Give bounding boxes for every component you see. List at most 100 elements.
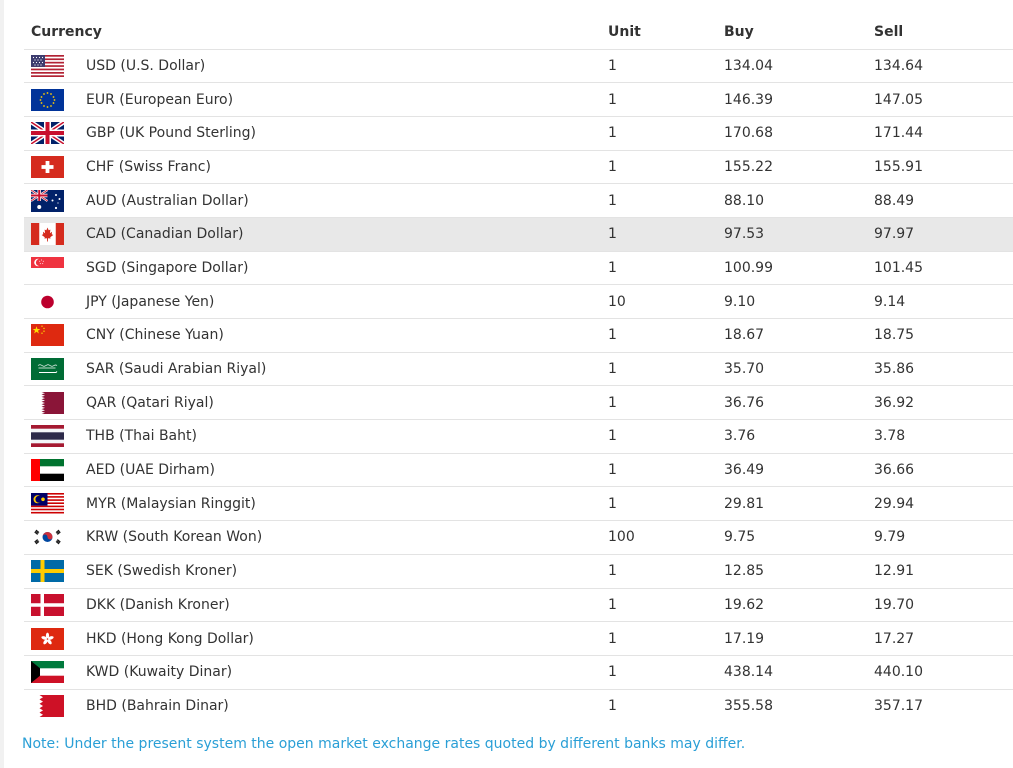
currency-cell: THB (Thai Baht) <box>24 419 608 454</box>
sell-cell: 3.78 <box>874 419 1013 454</box>
currency-cell: CNY (Chinese Yuan) <box>24 318 608 353</box>
currency-name: GBP (UK Pound Sterling) <box>86 125 257 142</box>
sell-cell: 147.05 <box>874 82 1013 117</box>
unit-cell: 1 <box>608 251 724 286</box>
buy-cell: 355.58 <box>724 698 773 715</box>
uk-flag-icon <box>31 122 64 145</box>
unit-cell: 1 <box>608 183 724 218</box>
unit-cell: 10 <box>608 284 724 319</box>
eu-flag-icon <box>31 88 64 111</box>
se-flag-icon <box>31 560 64 583</box>
sell-cell: 88.49 <box>874 183 1013 218</box>
currency-name: THB (Thai Baht) <box>86 428 197 445</box>
table-row: THB (Thai Baht) 1 3.76 3.78 <box>24 419 1013 454</box>
buy-header: Buy <box>724 16 874 50</box>
table-row: AUD (Australian Dollar) 1 88.10 88.49 <box>24 183 1013 218</box>
currency-cell: DKK (Danish Kroner) <box>24 588 608 623</box>
currency-name: SGD (Singapore Dollar) <box>86 259 249 276</box>
unit-cell: 1 <box>608 554 724 589</box>
sell-cell: 101.45 <box>874 251 1013 286</box>
sell-cell: 440.10 <box>874 655 1013 690</box>
unit-cell: 1 <box>608 486 724 522</box>
table-row: SEK (Swedish Kroner) 1 12.85 12.91 <box>24 554 1013 589</box>
disclaimer-note: Note: Under the present system the open … <box>22 736 746 752</box>
sell-header: Sell <box>874 16 1013 50</box>
us-flag-icon <box>31 54 64 77</box>
sell-cell: 17.27 <box>874 621 1013 656</box>
sell-cell: 97.97 <box>874 217 1013 252</box>
buy-cell: 3.76 <box>724 419 874 454</box>
ae-flag-icon <box>31 459 64 482</box>
currency-header: Currency <box>24 16 608 50</box>
ch-flag-icon <box>31 155 64 178</box>
th-flag-icon <box>31 425 64 448</box>
table-row: CHF (Swiss Franc) 1 155.22 155.91 <box>24 150 1013 185</box>
sell-cell: 171.44 <box>874 116 1013 151</box>
currency-cell: CHF (Swiss Franc) <box>24 150 608 185</box>
buy-cell: 9.75 <box>724 520 874 555</box>
currency-cell: GBP (UK Pound Sterling) <box>24 116 608 151</box>
currency-name: MYR (Malaysian Ringgit) <box>86 495 256 512</box>
buy-cell: 100.99 <box>724 251 874 286</box>
currency-cell: AUD (Australian Dollar) <box>24 183 608 218</box>
currency-name: JPY (Japanese Yen) <box>86 293 215 310</box>
buy-cell: 146.39 <box>724 82 874 117</box>
unit-cell: 1 <box>608 352 724 387</box>
unit-cell: 100 <box>608 520 724 555</box>
buy-cell: 19.62 <box>724 588 874 623</box>
cn-flag-icon <box>31 324 64 347</box>
table-row: JPY (Japanese Yen) 10 9.10 9.14 <box>24 284 1013 319</box>
buy-cell: 36.76 <box>724 385 874 421</box>
buy-cell: 155.22 <box>724 150 874 185</box>
currency-name: SAR (Saudi Arabian Riyal) <box>86 361 267 378</box>
hk-flag-icon <box>31 627 64 650</box>
buy-cell: 29.81 <box>724 486 874 522</box>
sell-cell: 18.75 <box>874 318 1013 353</box>
jp-flag-icon <box>31 290 64 313</box>
dk-flag-icon <box>31 593 64 616</box>
unit-cell: 1 <box>608 698 617 715</box>
currency-cell: USD (U.S. Dollar) <box>24 49 608 84</box>
currency-name: AED (UAE Dirham) <box>86 462 215 479</box>
currency-cell: HKD (Hong Kong Dollar) <box>24 621 608 656</box>
unit-header: Unit <box>608 16 724 50</box>
kr-flag-icon <box>31 526 64 549</box>
my-flag-icon <box>31 492 64 515</box>
currency-name: USD (U.S. Dollar) <box>86 57 206 74</box>
buy-cell: 134.04 <box>724 49 874 84</box>
table-row: SAR (Saudi Arabian Riyal) 1 35.70 35.86 <box>24 352 1013 387</box>
buy-cell: 170.68 <box>724 116 874 151</box>
sa-flag-icon <box>31 358 64 381</box>
currency-name: KRW (South Korean Won) <box>86 529 263 546</box>
bh-flag-icon <box>31 695 64 718</box>
unit-cell: 1 <box>608 116 724 151</box>
unit-cell: 1 <box>608 150 724 185</box>
currency-name: BHD (Bahrain Dinar) <box>86 698 229 715</box>
table-row: AED (UAE Dirham) 1 36.49 36.66 <box>24 453 1013 488</box>
table-row: CNY (Chinese Yuan) 1 18.67 18.75 <box>24 318 1013 353</box>
sell-cell: 19.70 <box>874 588 1013 623</box>
sg-flag-icon <box>31 256 64 279</box>
unit-cell: 1 <box>608 385 724 421</box>
currency-cell: KRW (South Korean Won) <box>24 520 608 555</box>
currency-cell: BHD (Bahrain Dinar) <box>24 689 608 723</box>
unit-cell: 1 <box>608 588 724 623</box>
currency-name: CNY (Chinese Yuan) <box>86 327 224 344</box>
currency-cell: SGD (Singapore Dollar) <box>24 251 608 286</box>
buy-cell: 12.85 <box>724 554 874 589</box>
currency-cell: SEK (Swedish Kroner) <box>24 554 608 589</box>
unit-cell: 1 <box>608 655 724 690</box>
ca-flag-icon <box>31 223 64 246</box>
currency-name: CHF (Swiss Franc) <box>86 158 211 175</box>
qa-flag-icon <box>31 391 64 414</box>
table-row: BHD (Bahrain Dinar) 1 355.58 357.17 <box>24 689 1013 723</box>
buy-cell: 36.49 <box>724 453 874 488</box>
table-row: KRW (South Korean Won) 100 9.75 9.79 <box>24 520 1013 555</box>
currency-name: CAD (Canadian Dollar) <box>86 226 244 243</box>
sell-cell: 357.17 <box>874 698 923 715</box>
currency-name: EUR (European Euro) <box>86 91 234 108</box>
sell-cell: 9.79 <box>874 520 1013 555</box>
sell-cell: 155.91 <box>874 150 1013 185</box>
buy-cell: 88.10 <box>724 183 874 218</box>
currency-name: KWD (Kuwaity Dinar) <box>86 664 233 681</box>
